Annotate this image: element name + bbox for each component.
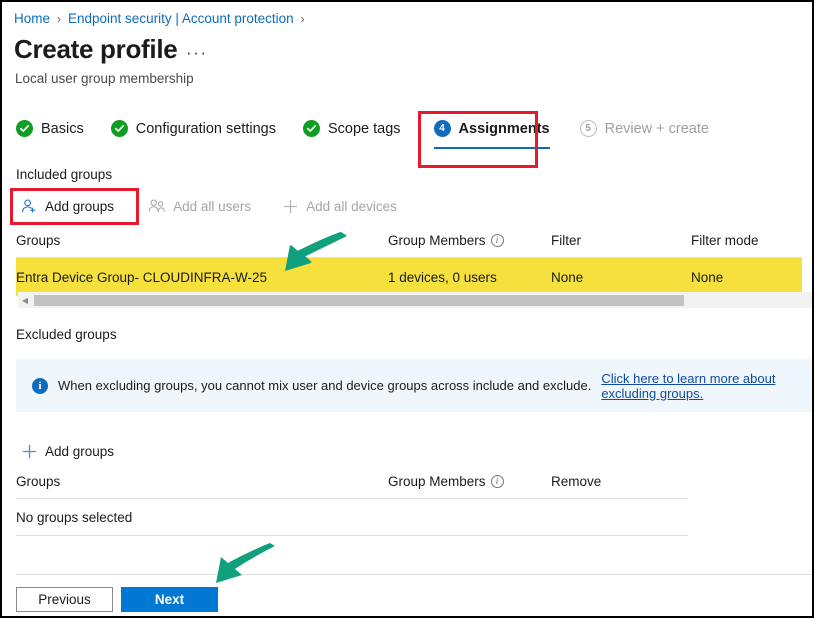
add-groups-label: Add groups: [45, 198, 115, 214]
column-header-group-members-label: Group Members: [388, 474, 486, 489]
column-header-filter-mode: Filter mode: [691, 233, 759, 248]
add-all-users-label: Add all users: [173, 198, 252, 214]
add-user-icon: [20, 197, 38, 215]
plus-icon: [281, 197, 299, 215]
check-icon: [16, 120, 33, 137]
empty-state-text: No groups selected: [16, 509, 133, 525]
wizard-step-basics[interactable]: Basics: [16, 120, 84, 140]
wizard-footer: Previous Next: [16, 587, 218, 612]
excluded-add-groups-button[interactable]: Add groups: [16, 439, 118, 463]
footer-divider: [16, 574, 812, 575]
table-header-row: Groups Group Members i Filter Filter mod…: [16, 233, 802, 257]
horizontal-scrollbar[interactable]: ◀: [18, 292, 812, 308]
column-header-group-members-label: Group Members: [388, 233, 486, 248]
wizard-step-configuration-settings[interactable]: Configuration settings: [110, 120, 276, 140]
column-header-groups: Groups: [16, 233, 61, 248]
wizard-step-label: Scope tags: [327, 120, 401, 137]
column-header-groups: Groups: [16, 474, 61, 489]
column-header-remove: Remove: [551, 474, 602, 489]
breadcrumb-separator-icon-2: ›: [300, 11, 305, 26]
annotation-arrow-next-button: [216, 543, 275, 583]
scroll-left-icon[interactable]: ◀: [18, 292, 32, 308]
included-groups-label: Included groups: [16, 167, 113, 182]
step-number-badge: 5: [579, 120, 597, 137]
included-groups-table: Groups Group Members i Filter Filter mod…: [16, 233, 802, 296]
users-icon: [148, 197, 166, 215]
check-icon: [302, 120, 320, 137]
add-all-users-button: Add all users: [144, 194, 255, 218]
column-header-group-members: Group Members i: [388, 474, 551, 489]
cell-group-members: 1 devices, 0 users: [388, 269, 497, 285]
breadcrumb-item-home[interactable]: Home: [14, 11, 50, 26]
breadcrumb: Home › Endpoint security | Account prote…: [14, 11, 305, 26]
excluded-groups-table: Groups Group Members i Remove No groups …: [16, 474, 688, 536]
excluded-add-groups-label: Add groups: [45, 443, 115, 459]
page-subtitle: Local user group membership: [15, 71, 194, 86]
active-step-underline: [433, 146, 550, 149]
add-all-devices-button: Add all devices: [277, 194, 401, 218]
cell-group-name: Entra Device Group- CLOUDINFRA-W-25: [16, 269, 268, 285]
banner-learn-more-link[interactable]: Click here to learn more about excluding…: [601, 371, 802, 401]
wizard-step-label: Review + create: [604, 120, 709, 137]
page-title: Create profile: [14, 34, 178, 64]
cell-filter-mode: None: [691, 269, 724, 285]
info-icon[interactable]: i: [490, 475, 504, 488]
table-footer-rule: [16, 535, 688, 536]
cell-filter: None: [551, 269, 584, 285]
plus-icon: [20, 442, 38, 460]
excluded-groups-label: Excluded groups: [16, 327, 117, 342]
wizard-step-review-create: 5 Review + create: [579, 120, 709, 140]
info-icon[interactable]: i: [490, 234, 504, 247]
table-row[interactable]: Entra Device Group- CLOUDINFRA-W-25 1 de…: [16, 258, 802, 296]
exclude-info-banner: i When excluding groups, you cannot mix …: [16, 359, 812, 412]
info-icon: i: [32, 377, 48, 394]
wizard-steps: Basics Configuration settings Scope tags…: [16, 120, 736, 149]
included-groups-command-bar: Add groups Add all users Add all devices: [16, 194, 423, 218]
column-header-filter: Filter: [551, 233, 581, 248]
excluded-groups-command-bar: Add groups: [16, 439, 140, 463]
column-header-group-members: Group Members i: [388, 233, 551, 248]
add-all-devices-label: Add all devices: [306, 198, 397, 214]
wizard-step-assignments[interactable]: 4 Assignments: [433, 120, 550, 149]
table-header-row: Groups Group Members i Remove: [16, 474, 688, 498]
step-number-badge: 4: [433, 120, 451, 137]
scrollbar-thumb[interactable]: [34, 294, 684, 306]
wizard-step-scope-tags[interactable]: Scope tags: [302, 120, 401, 140]
wizard-step-label: Assignments: [458, 120, 550, 137]
wizard-step-label: Basics: [41, 120, 84, 137]
table-empty-row: No groups selected: [16, 499, 688, 535]
azure-portal-create-profile-page: Home › Endpoint security | Account prote…: [0, 0, 814, 618]
wizard-step-label: Configuration settings: [135, 120, 276, 137]
previous-button[interactable]: Previous: [16, 587, 113, 612]
check-icon: [110, 120, 128, 137]
next-button[interactable]: Next: [121, 587, 218, 612]
breadcrumb-separator-icon: ›: [57, 11, 62, 26]
add-groups-button[interactable]: Add groups: [16, 194, 118, 218]
more-options-icon[interactable]: ···: [186, 43, 207, 63]
breadcrumb-item-endpoint-security[interactable]: Endpoint security | Account protection: [68, 11, 294, 26]
banner-text: When excluding groups, you cannot mix us…: [58, 378, 592, 393]
